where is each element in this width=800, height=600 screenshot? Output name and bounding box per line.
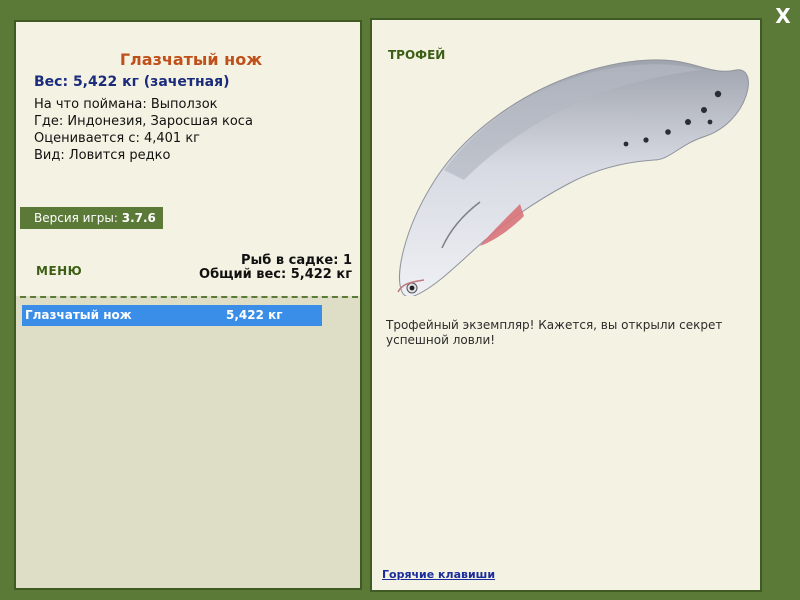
game-version-badge: Версия игры: 3.7.6 bbox=[20, 207, 163, 229]
keepnet-row-name: Глазчатый нож bbox=[25, 308, 132, 322]
trophy-description: Трофейный экземпляр! Кажется, вы открыли… bbox=[386, 318, 723, 347]
trophy-panel: ТРОФЕЙ Трофейный экземпляр! Кажется, вы … bbox=[370, 18, 762, 592]
rarity-line: Вид: Ловится редко bbox=[34, 148, 171, 163]
keepnet-count: Рыб в садке: 1 bbox=[240, 253, 352, 268]
bait-line: На что поймана: Выползок bbox=[34, 97, 218, 112]
fish-info-panel: Глазчатый нож Вес: 5,422 кг (зачетная) Н… bbox=[14, 20, 362, 590]
fish-info-list: На что поймана: Выползок Где: Индонезия,… bbox=[34, 96, 253, 164]
fish-name: Глазчатый нож bbox=[119, 50, 263, 69]
keepnet-row[interactable]: Глазчатый нож 5,422 кг bbox=[22, 305, 322, 326]
location-line: Где: Индонезия, Заросшая коса bbox=[34, 114, 253, 129]
version-label: Версия игры: bbox=[34, 211, 118, 225]
fish-image bbox=[397, 59, 749, 296]
close-button[interactable]: X bbox=[773, 6, 793, 26]
version-value: 3.7.6 bbox=[121, 211, 156, 225]
keepnet-row-weight: 5,422 кг bbox=[226, 308, 283, 322]
fish-details: Глазчатый нож Вес: 5,422 кг (зачетная) Н… bbox=[16, 22, 360, 296]
menu-button[interactable]: МЕНЮ bbox=[36, 264, 82, 278]
fish-weight: Вес: 5,422 кг (зачетная) bbox=[34, 74, 230, 90]
hotkeys-link[interactable]: Горячие клавиши bbox=[382, 568, 495, 581]
keepnet-total-weight: Общий вес: 5,422 кг bbox=[199, 267, 352, 282]
dashed-divider bbox=[20, 296, 358, 298]
rated-from-line: Оценивается с: 4,401 кг bbox=[34, 131, 201, 146]
keepnet-summary: Рыб в садке: 1 Общий вес: 5,422 кг bbox=[199, 254, 352, 282]
